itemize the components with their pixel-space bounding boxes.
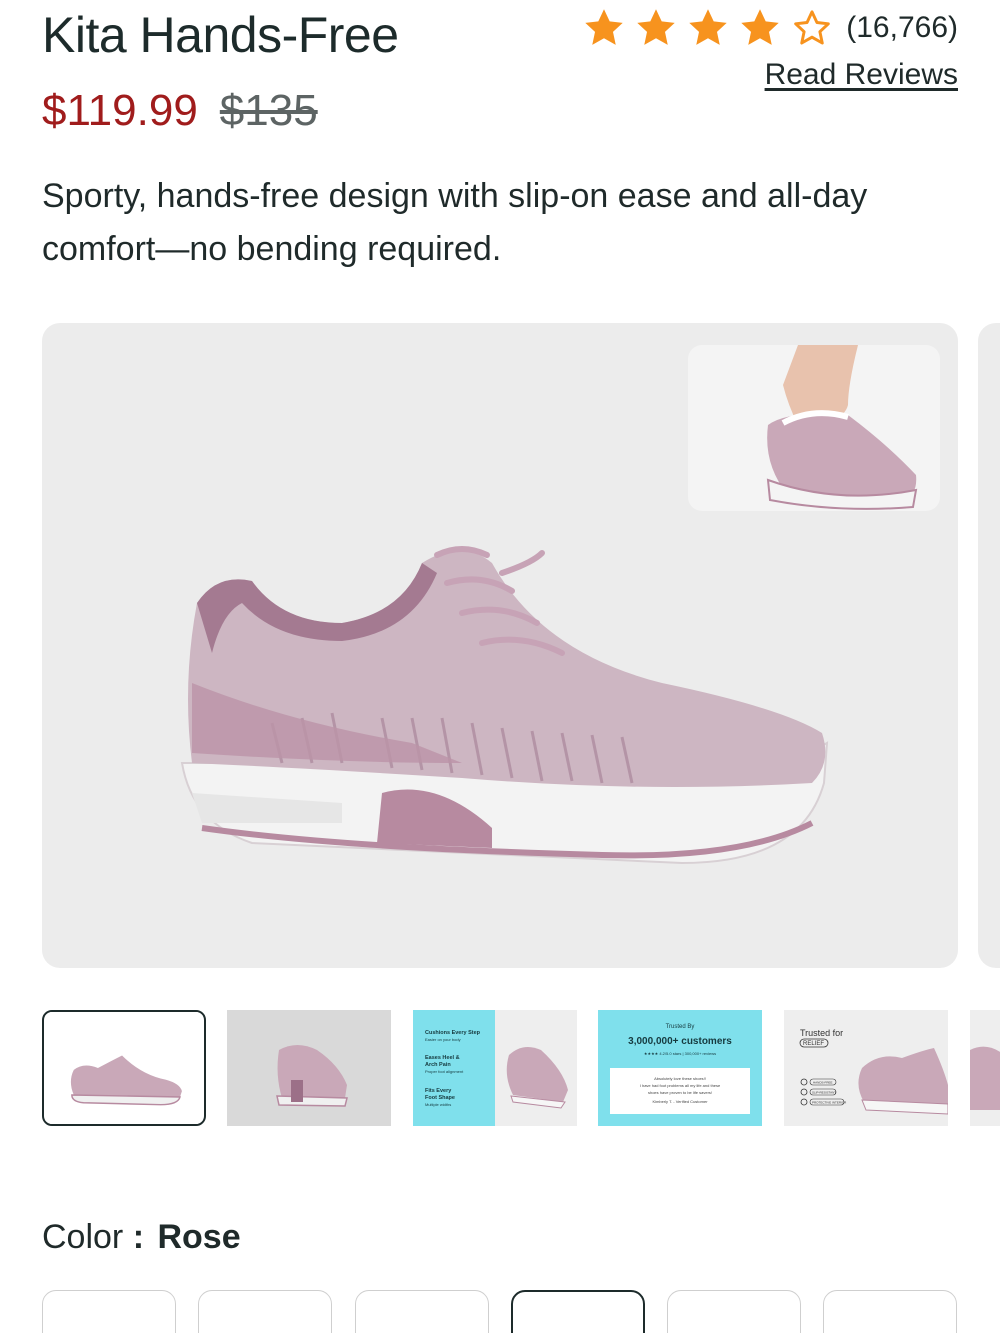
trust-quote-3: shoes have proven to be life savers! (648, 1090, 712, 1095)
shoe-partial-thumbnail-icon (970, 1010, 1000, 1126)
rating-count: (16,766) (846, 11, 958, 44)
color-swatch-5[interactable] (667, 1290, 801, 1333)
star-filled-icon (637, 9, 675, 45)
color-value: Rose (157, 1218, 241, 1256)
thumbnail-3[interactable]: Cushions Every Step Easier on your body … (413, 1010, 577, 1126)
color-separator: : (132, 1218, 145, 1256)
trust-heading: Trusted By (666, 1024, 695, 1030)
star-filled-icon (741, 9, 779, 45)
feature-line-6: Fits Every (425, 1088, 452, 1094)
feature-line-2: Easier on your body (425, 1037, 461, 1042)
feature-line-3: Eases Heel & (425, 1055, 460, 1061)
product-description: Sporty, hands-free design with slip-on e… (42, 177, 868, 268)
color-swatch-1[interactable] (42, 1290, 176, 1333)
shoe-on-foot-image[interactable] (688, 345, 940, 511)
relief-heading: Trusted for (800, 1028, 843, 1038)
relief-feature-3: PROTECTIVE INTERIOR (812, 1101, 847, 1105)
trust-quote-2: I have had foot problems all my life and… (640, 1083, 721, 1088)
relief-badge: RELIEF (803, 1041, 824, 1047)
sale-price: $119.99 (42, 86, 198, 135)
shoe-side-thumbnail-icon (44, 1012, 204, 1124)
trust-headline: 3,000,000+ customers (628, 1036, 732, 1047)
star-filled-icon (689, 9, 727, 45)
relief-feature-2: SLIP-RESISTANT (812, 1091, 836, 1095)
trust-stats: ★★★★ 4.2/5.0 stars | 300,000+ reviews (644, 1051, 716, 1056)
color-selector-label: Color : Rose (42, 1218, 241, 1257)
thumbnail-5[interactable]: Trusted for RELIEF HANDS-FREE SLIP-RESIS… (784, 1010, 948, 1126)
trust-quote-1: Absolutely love these shoes!! (654, 1076, 706, 1081)
read-reviews-link[interactable]: Read Reviews (765, 58, 958, 92)
relief-feature-1: HANDS-FREE (813, 1081, 833, 1085)
trust-badge-thumbnail-icon: Trusted By 3,000,000+ customers ★★★★ 4.2… (598, 1010, 762, 1126)
thumbnail-2[interactable] (227, 1010, 391, 1126)
trust-quote-author: Kimberly T. - Verified Customer (652, 1099, 708, 1104)
feature-line-8: Multiple widths (425, 1102, 451, 1107)
product-title: Kita Hands-Free (42, 7, 399, 63)
feature-line-7: Foot Shape (425, 1095, 455, 1101)
color-swatch-6[interactable] (823, 1290, 957, 1333)
feature-line-4: Arch Pain (425, 1062, 451, 1068)
rating-summary[interactable]: (16,766) (582, 6, 958, 50)
star-outline-icon (794, 10, 831, 45)
thumbnail-1[interactable] (42, 1010, 206, 1126)
thumbnail-6[interactable] (970, 1010, 1000, 1126)
price-row: $119.99 $135 (42, 86, 318, 136)
rating-stars (582, 6, 842, 50)
color-swatch-4[interactable] (511, 1290, 645, 1333)
shoe-back-thumbnail-icon (227, 1010, 391, 1126)
relief-badge-thumbnail-icon: Trusted for RELIEF HANDS-FREE SLIP-RESIS… (784, 1010, 948, 1126)
thumbnail-4[interactable]: Trusted By 3,000,000+ customers ★★★★ 4.2… (598, 1010, 762, 1126)
feature-line-5: Proper foot alignment (425, 1069, 464, 1074)
color-label: Color (42, 1218, 124, 1256)
original-price: $135 (219, 86, 318, 135)
color-swatch-2[interactable] (198, 1290, 332, 1333)
product-image-gallery[interactable] (42, 323, 958, 968)
feature-callout-thumbnail-icon: Cushions Every Step Easier on your body … (413, 1010, 577, 1126)
feature-line-1: Cushions Every Step (425, 1030, 481, 1036)
thumbnail-strip: Cushions Every Step Easier on your body … (42, 1010, 1000, 1128)
star-filled-icon (585, 9, 623, 45)
shoe-on-foot-icon (766, 345, 918, 510)
gallery-next-slide[interactable] (978, 323, 1000, 968)
color-swatch-3[interactable] (355, 1290, 489, 1333)
